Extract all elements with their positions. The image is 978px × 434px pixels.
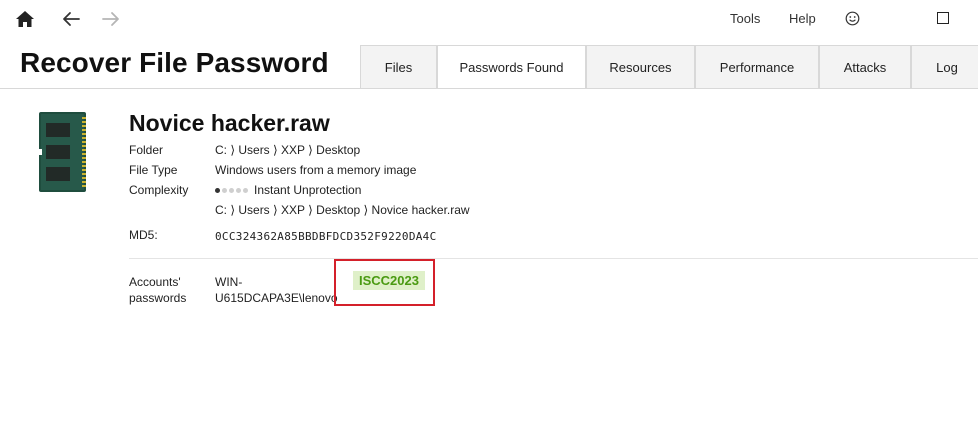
smiley-icon [845, 11, 860, 26]
feedback-button[interactable] [845, 11, 860, 26]
complexity-dot [215, 188, 220, 194]
file-type-value: Windows users from a memory image [215, 163, 417, 177]
complexity-text: Instant Unprotection [254, 183, 362, 197]
home-icon [16, 11, 34, 27]
complexity-label: Complexity [129, 183, 189, 197]
app-title: Recover File Password [20, 47, 329, 78]
folder-path[interactable]: C: ⟩ Users ⟩ XXP ⟩ Desktop [215, 143, 360, 157]
arrow-left-icon [63, 12, 80, 26]
complexity-rating [215, 188, 248, 194]
complexity-dot [222, 188, 227, 194]
tab-log[interactable]: Log [911, 45, 978, 88]
tabs-divider [0, 88, 978, 89]
tab-resources[interactable]: Resources [586, 45, 695, 88]
file-type-label: File Type [129, 163, 178, 177]
tab-attacks[interactable]: Attacks [819, 45, 911, 88]
account-name-line1: WIN- [215, 275, 243, 289]
accounts-label-line1: Accounts' [129, 275, 181, 289]
highlight-box [334, 259, 435, 306]
maximize-button[interactable] [937, 12, 949, 24]
folder-label: Folder [129, 143, 164, 157]
back-button[interactable] [57, 6, 85, 32]
forward-button[interactable] [97, 6, 125, 32]
help-menu[interactable]: Help [789, 11, 816, 26]
file-name: Novice hacker.raw [129, 110, 330, 136]
full-file-path[interactable]: C: ⟩ Users ⟩ XXP ⟩ Desktop ⟩ Novice hack… [215, 203, 470, 217]
md5-label: MD5: [129, 228, 158, 242]
tools-menu[interactable]: Tools [730, 11, 760, 26]
complexity-dot [243, 188, 248, 194]
arrow-right-icon [102, 12, 119, 26]
home-button[interactable] [11, 6, 39, 32]
section-divider [129, 258, 978, 259]
memory-module-icon [38, 111, 88, 198]
tab-files[interactable]: Files [360, 45, 437, 88]
md5-value: 0CC324362A85BBDBFDCD352F9220DA4C [215, 230, 437, 243]
tab-performance[interactable]: Performance [695, 45, 819, 88]
complexity-value: Instant Unprotection [215, 183, 361, 197]
tab-passwords-found[interactable]: Passwords Found [437, 45, 586, 89]
account-name-line2: U615DCAPA3E\lenovo [215, 291, 338, 305]
complexity-dot [236, 188, 241, 194]
accounts-label-line2: passwords [129, 291, 187, 305]
complexity-dot [229, 188, 234, 194]
